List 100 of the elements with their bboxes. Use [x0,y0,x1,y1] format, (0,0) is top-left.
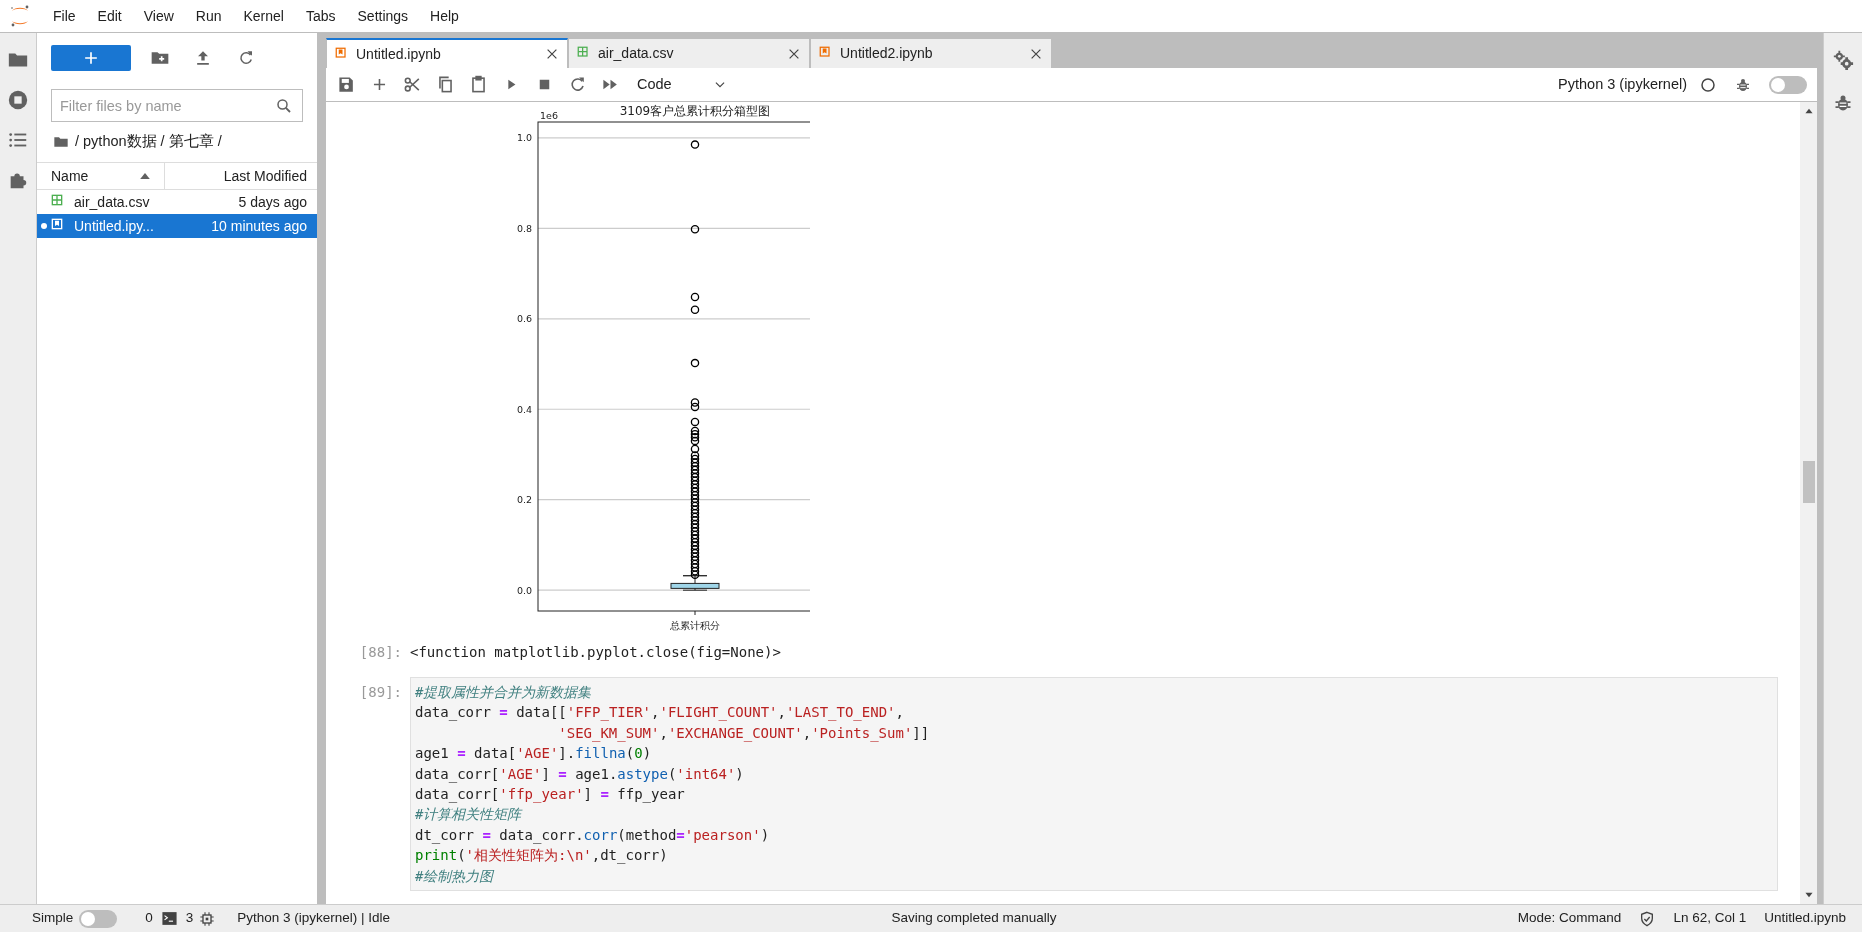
outlier-point [690,358,700,368]
outlier-point [690,402,700,412]
code-text: age1 [415,745,450,762]
outlier-point [690,305,700,314]
outlier-point [690,505,700,514]
x-tick-label: 总累计积分 [670,620,720,631]
cursor-position[interactable]: Ln 62, Col 1 [1673,908,1747,929]
column-header[interactable]: Last Modified [223,167,307,184]
outlier-point [690,462,700,471]
menu-item[interactable]: File [42,5,87,27]
menu-item[interactable]: Settings [346,5,420,27]
code-editor[interactable] [410,677,1778,892]
outlier-point [690,541,700,551]
folder-icon[interactable] [53,134,69,150]
terminal-count[interactable]: 0 [145,908,153,929]
string-literal: 'SEG_KM_SUM' [557,724,660,741]
running-dot [41,223,47,229]
save-icon [337,75,356,94]
outlier-point [690,472,700,482]
outlier-point [690,487,700,496]
outlier-point [690,516,700,525]
kernel-status[interactable]: Python 3 (ipykernel) | Idle [237,908,391,929]
debugger-icon[interactable] [1735,76,1751,93]
menu-item[interactable]: Kernel [232,5,295,27]
menu-item[interactable]: Tabs [294,5,347,27]
running-icon[interactable] [7,89,29,111]
outlier-point [690,224,700,234]
outlier-point [690,398,700,407]
axis-offset-label: 1e6 [540,110,558,121]
y-tick-label: 0.6 [516,313,532,325]
trust-icon[interactable] [1639,910,1656,927]
new-launcher-button[interactable] [51,45,131,71]
operator: = [676,826,685,843]
close-icon[interactable] [545,47,559,61]
outlier-point [690,501,700,511]
tab[interactable]: Untitled2.ipynb [810,38,1052,68]
command-mode[interactable]: Mode: Command [1517,908,1622,929]
function-name: astype [617,765,668,782]
menu-item[interactable]: View [132,5,185,27]
search-icon [275,97,293,115]
outlier-point [690,292,700,302]
code-text: data_corr. [498,826,584,843]
code-text: ] [541,765,551,782]
outlier-point [690,559,700,569]
breadcrumb[interactable]: / python数据 / 第七章 / [75,131,222,153]
outlier-point [690,417,700,427]
code-text: (method [617,826,677,843]
number-literal: 0 [634,745,643,762]
code-text: ]. [558,745,576,762]
code-text: , [659,724,668,741]
menu-item[interactable]: Help [419,5,470,27]
terminal-icon[interactable] [160,910,178,927]
string-literal: '相关性矩阵为:\n' [465,847,592,864]
code-text: ,dt_corr) [591,847,668,864]
string-literal: 'FLIGHT_COUNT' [659,704,778,721]
code-text: ffp_year [616,786,685,803]
kernel-count[interactable]: 3 [185,908,194,929]
outlier-point [690,480,700,489]
outlier-point [690,436,700,446]
code-text: , [777,704,786,721]
scrollbar-thumb[interactable] [1802,461,1815,503]
outlier-point [690,483,700,493]
chart-title: 3109客户总累计积分箱型图 [619,104,771,118]
scroll-up-icon[interactable] [1803,106,1814,116]
code-text: data[ [473,745,517,762]
code-text: data_corr[ [415,765,500,782]
outlier-point [690,527,700,536]
kernel-name[interactable]: Python 3 (ipykernel) [1558,73,1687,96]
code-text: data_corr[ [415,786,500,803]
tab[interactable]: air_data.csv [568,38,810,68]
cell-type-dropdown[interactable]: Code [637,73,727,96]
chip-icon[interactable] [199,910,216,927]
menu-item[interactable]: Run [184,5,233,27]
outlier-point [690,512,700,522]
code-text: ) [735,765,744,782]
string-literal: 'AGE' [499,765,542,782]
column-header[interactable]: Name [51,165,89,187]
menu-item[interactable]: Edit [86,5,133,27]
outlier-point [690,523,700,532]
string-literal: 'EXCHANGE_COUNT' [667,724,803,741]
execution-count: [88]: [358,643,403,662]
current-file: Untitled.ipynb [1764,909,1846,928]
simple-mode-toggle[interactable] [79,909,118,928]
file-row[interactable]: Untitled.ipy... 10 minutes ago [37,214,317,238]
code-comment: #绘制热力图 [415,867,494,884]
outlier-point [690,545,700,554]
outlier-point [690,556,700,565]
code-text: ( [625,745,635,762]
debugger-toggle[interactable] [1769,75,1807,94]
filter-field[interactable]: Filter files by name [51,89,303,122]
outlier-point [690,433,700,442]
code-comment: #提取属性并合并为新数据集 [415,684,592,700]
file-row[interactable]: air_data.csv 5 days ago [37,190,317,214]
function-name: fillna [575,745,626,762]
tab[interactable]: Untitled.ipynb [326,38,568,68]
y-tick-label: 1.0 [516,132,532,144]
scroll-down-icon[interactable] [1803,890,1814,900]
outlier-point [690,552,700,561]
settings-icon[interactable] [1832,49,1854,71]
debugger-icon[interactable] [1833,93,1853,113]
